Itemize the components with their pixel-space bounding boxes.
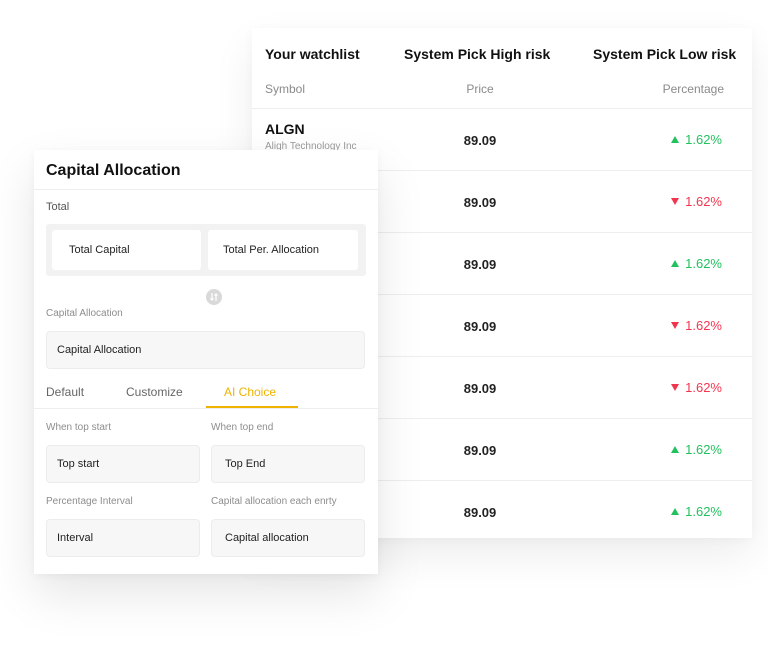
triangle-up-icon — [671, 136, 680, 143]
percentage-interval-label: Percentage Interval — [46, 496, 133, 507]
triangle-down-icon — [671, 198, 680, 205]
row-percentage-value: 1.62% — [685, 194, 722, 209]
row-percentage-value: 1.62% — [685, 504, 722, 519]
column-header-symbol: Symbol — [265, 82, 306, 96]
total-label: Total — [46, 201, 70, 213]
capital-each-entry-label: Capital allocation each enrty — [211, 496, 337, 507]
row-percentage: 1.62% — [671, 132, 722, 147]
top-end-field[interactable]: Top End — [211, 445, 365, 483]
when-top-end-label: When top end — [211, 422, 274, 433]
column-header-price-label: Price — [466, 82, 494, 96]
active-tab-indicator — [206, 406, 298, 408]
capital-allocation-card: Capital Allocation Total Total Capital T… — [34, 150, 378, 574]
triangle-down-icon — [671, 322, 680, 329]
row-symbol: ALGN — [265, 121, 305, 137]
row-percentage-value: 1.62% — [685, 132, 722, 147]
triangle-down-icon — [671, 384, 680, 391]
row-percentage: 1.62% — [671, 442, 722, 457]
total-per-allocation-button[interactable]: Total Per. Allocation — [208, 230, 358, 270]
tab-default[interactable]: Default — [46, 385, 84, 399]
when-top-start-label: When top start — [46, 422, 112, 433]
row-price-value: 89.09 — [463, 505, 497, 520]
row-percentage-value: 1.62% — [685, 380, 722, 395]
row-percentage: 1.62% — [671, 256, 722, 271]
row-percentage: 1.62% — [671, 194, 722, 209]
triangle-up-icon — [671, 446, 680, 453]
row-percentage-value: 1.62% — [685, 318, 722, 333]
watchlist-header-row: Symbol Price Percentage — [252, 82, 752, 100]
row-price-value: 89.09 — [463, 133, 497, 148]
triangle-up-icon — [671, 508, 680, 515]
capital-allocation-title: Capital Allocation — [46, 162, 181, 179]
row-price-value: 89.09 — [463, 443, 497, 458]
interval-field[interactable]: Interval — [46, 519, 200, 557]
row-price-value: 89.09 — [463, 381, 497, 396]
row-price-value: 89.09 — [463, 257, 497, 272]
row-percentage: 1.62% — [671, 380, 722, 395]
row-percentage: 1.62% — [671, 504, 722, 519]
title-divider — [34, 189, 378, 190]
tab-ai-choice[interactable]: AI Choice — [224, 385, 276, 399]
top-start-field[interactable]: Top start — [46, 445, 200, 483]
allocation-mode-tabs: Default Customize AI Choice — [34, 381, 378, 409]
swap-icon[interactable] — [206, 289, 222, 305]
row-percentage-value: 1.62% — [685, 256, 722, 271]
tab-system-pick-high-risk[interactable]: System Pick High risk — [404, 46, 550, 62]
tab-system-pick-low-risk[interactable]: System Pick Low risk — [593, 46, 736, 62]
watchlist-tabs: Your watchlist System Pick High risk Sys… — [252, 46, 752, 66]
column-header-percentage: Percentage — [662, 82, 724, 96]
swap-arrows-icon — [210, 293, 218, 301]
total-capital-button[interactable]: Total Capital — [52, 230, 201, 270]
total-selector: Total Capital Total Per. Allocation — [46, 224, 366, 276]
tab-customize[interactable]: Customize — [126, 385, 183, 399]
row-price-value: 89.09 — [463, 195, 497, 210]
capital-allocation-field[interactable]: Capital Allocation — [46, 331, 365, 369]
row-percentage-value: 1.62% — [685, 442, 722, 457]
row-price-value: 89.09 — [463, 319, 497, 334]
tab-your-watchlist[interactable]: Your watchlist — [265, 46, 360, 62]
capital-each-entry-field[interactable]: Capital allocation — [211, 519, 365, 557]
triangle-up-icon — [671, 260, 680, 267]
row-percentage: 1.62% — [671, 318, 722, 333]
capital-allocation-label: Capital Allocation — [46, 308, 123, 319]
